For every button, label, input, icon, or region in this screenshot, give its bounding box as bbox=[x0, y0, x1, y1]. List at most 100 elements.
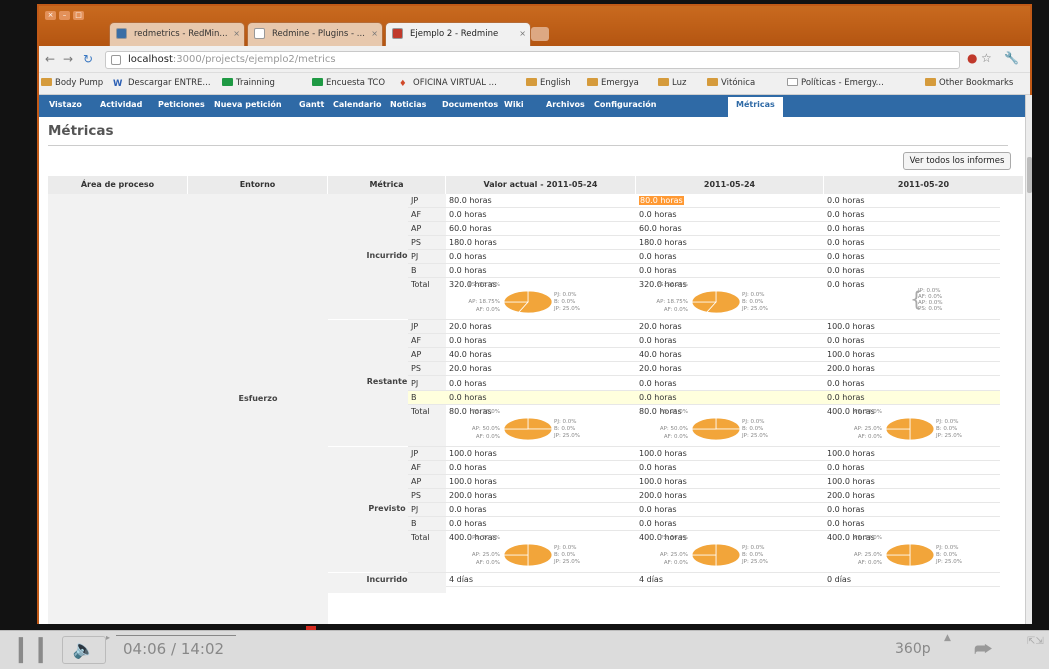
pie-label: PS: 50.0% bbox=[854, 408, 882, 415]
current-time: 04:06 bbox=[123, 640, 167, 658]
quality-arrow-icon[interactable]: ▲ bbox=[944, 633, 951, 643]
bookmark-item[interactable]: Luz bbox=[658, 77, 686, 90]
volume-slider-icon[interactable]: ▸ bbox=[106, 633, 110, 642]
wrench-icon[interactable]: 🔧 bbox=[1004, 51, 1019, 65]
table-cell: 100.0 horas bbox=[636, 447, 824, 461]
browser-window: × – □ redmetrics - RedMin... × Redmine - P… bbox=[37, 4, 1032, 624]
tab-close-icon[interactable]: × bbox=[371, 23, 378, 45]
pie-label: B: 0.0% bbox=[742, 425, 764, 432]
tab-favicon-icon bbox=[392, 28, 403, 39]
table-cell: 0.0 horas bbox=[636, 503, 824, 517]
row-label-B: B bbox=[408, 264, 446, 279]
bookmark-item[interactable]: Trainning bbox=[222, 77, 275, 90]
row-label-PJ: PJ bbox=[408, 503, 446, 517]
table-cell: 0.0 horas bbox=[446, 334, 636, 349]
tab-close-icon[interactable]: × bbox=[233, 23, 240, 45]
table-header-0: Área de proceso bbox=[48, 176, 188, 194]
close-window-icon[interactable]: × bbox=[45, 11, 56, 20]
minimize-window-icon[interactable]: – bbox=[59, 11, 70, 20]
pie-slice bbox=[503, 290, 529, 303]
total-cell: 320.0 horas PS: 56.25% AP: 18.75% AF: 0.0% P… bbox=[636, 278, 824, 321]
menu-tab-2[interactable]: Peticiones bbox=[158, 100, 205, 109]
pie-label: PJ: 0.0% bbox=[554, 544, 577, 551]
scrollbar-thumb[interactable] bbox=[1027, 157, 1032, 193]
bookmark-item[interactable]: W Descargar ENTRE... bbox=[113, 77, 211, 91]
bookmark-star-icon[interactable]: ☆ bbox=[981, 51, 992, 65]
row-label-AP: AP bbox=[408, 475, 446, 489]
browser-tab[interactable]: Redmine - Plugins - ... × bbox=[247, 22, 383, 46]
bookmark-item[interactable]: Body Pump bbox=[41, 77, 103, 90]
bookmark-item[interactable]: ♦ OFICINA VIRTUAL ... bbox=[399, 77, 497, 91]
fullscreen-icon[interactable]: ⇱⇲ bbox=[1027, 636, 1044, 648]
total-cell: 400.0 horas PS: 50.0% AP: 25.0% AF: 0.0% PJ:… bbox=[824, 531, 1000, 573]
menu-tab-0[interactable]: Vistazo bbox=[49, 100, 82, 109]
progress-bar[interactable] bbox=[116, 635, 236, 636]
pie-slice bbox=[691, 417, 717, 429]
volume-icon[interactable]: 🔈 bbox=[62, 636, 106, 664]
total-cell: 400.0 horas PS: 50.0% AP: 25.0% AF: 0.0% PJ:… bbox=[824, 405, 1000, 447]
menu-tab-3[interactable]: Nueva petición bbox=[214, 100, 282, 109]
maximize-window-icon[interactable]: □ bbox=[73, 11, 84, 20]
row-label-AF: AF bbox=[408, 334, 446, 349]
table-cell: 0.0 horas bbox=[824, 236, 1000, 251]
back-icon[interactable]: ← bbox=[45, 52, 55, 66]
tab-favicon-icon bbox=[116, 28, 127, 39]
page-scrollbar[interactable] bbox=[1025, 95, 1032, 624]
row-label-total: Total bbox=[408, 405, 446, 447]
bookmark-item[interactable]: English bbox=[526, 77, 571, 90]
selected-cell-highlight[interactable]: 80.0 horas bbox=[639, 196, 684, 205]
bookmark-label: OFICINA VIRTUAL ... bbox=[413, 78, 497, 88]
bookmark-item[interactable]: Encuesta TCO bbox=[312, 77, 385, 90]
other-bookmarks[interactable]: Other Bookmarks bbox=[925, 77, 1013, 90]
menu-tab-7[interactable]: Documentos bbox=[442, 100, 498, 109]
table-cell: 200.0 horas bbox=[824, 489, 1000, 503]
menu-tab-11[interactable]: Métricas bbox=[728, 97, 783, 117]
table-cell: 40.0 horas bbox=[446, 348, 636, 363]
bookmark-item[interactable]: Vitónica bbox=[707, 77, 755, 90]
quality-selector[interactable]: 360p bbox=[895, 641, 931, 657]
table-cell: 20.0 horas bbox=[636, 362, 824, 377]
pause-icon[interactable]: ❙❙ bbox=[10, 634, 52, 664]
address-bar[interactable]: localhost:3000/projects/ejemplo2/metrics bbox=[105, 51, 960, 69]
pie-chart bbox=[691, 417, 741, 440]
tab-close-icon[interactable]: × bbox=[519, 23, 526, 45]
pie-chart bbox=[503, 543, 553, 567]
pie-slice bbox=[691, 428, 741, 440]
menu-tab-5[interactable]: Calendario bbox=[333, 100, 381, 109]
browser-tab[interactable]: Ejemplo 2 - Redmine × bbox=[385, 22, 531, 46]
pie-chart bbox=[691, 543, 741, 567]
menu-tab-10[interactable]: Configuración bbox=[594, 100, 656, 109]
view-all-reports-button[interactable]: Ver todos los informes bbox=[903, 152, 1011, 170]
bookmark-item[interactable]: Emergya bbox=[587, 77, 639, 90]
menu-tab-8[interactable]: Wiki bbox=[504, 100, 524, 109]
table-cell: 20.0 horas bbox=[636, 320, 824, 335]
table-cell: 4 días bbox=[636, 573, 824, 587]
menu-tab-9[interactable]: Archivos bbox=[546, 100, 585, 109]
row-label-B: B bbox=[408, 390, 446, 405]
popout-icon[interactable]: ⮫ bbox=[974, 637, 993, 661]
pie-label: PS: 56.25% bbox=[656, 282, 688, 289]
pie-slice bbox=[503, 543, 529, 556]
browser-tab[interactable]: redmetrics - RedMin... × bbox=[109, 22, 245, 46]
pie-label: B: 0.0% bbox=[554, 425, 576, 432]
new-tab-button[interactable] bbox=[531, 27, 549, 41]
reload-icon[interactable]: ↻ bbox=[83, 52, 93, 66]
pie-label: PJ: 0.0% bbox=[936, 544, 959, 551]
table-cell: 0.0 horas bbox=[824, 194, 1000, 208]
table-cell: 100.0 horas bbox=[824, 447, 1000, 461]
pie-label: AF: 0.0% bbox=[663, 307, 688, 314]
menu-tab-4[interactable]: Gantt bbox=[299, 100, 324, 109]
browser-navbar: ← → ↻ localhost:3000/projects/ejemplo2/m… bbox=[39, 46, 1030, 73]
bookmark-folder-icon bbox=[707, 78, 718, 86]
bookmark-label: Emergya bbox=[601, 78, 639, 88]
bookmark-item[interactable]: Políticas - Emergy... bbox=[787, 77, 884, 90]
forward-icon[interactable]: → bbox=[63, 52, 73, 66]
table-cell: 200.0 horas bbox=[824, 362, 1000, 377]
progress-marker[interactable] bbox=[306, 626, 316, 630]
table-header-3: Valor actual - 2011-05-24 bbox=[446, 176, 636, 194]
pie-chart bbox=[503, 290, 553, 314]
menu-tab-1[interactable]: Actividad bbox=[100, 100, 142, 109]
table-cell: 0.0 horas bbox=[636, 250, 824, 265]
extension-icon[interactable]: ● bbox=[967, 51, 977, 65]
menu-tab-6[interactable]: Noticias bbox=[390, 100, 426, 109]
